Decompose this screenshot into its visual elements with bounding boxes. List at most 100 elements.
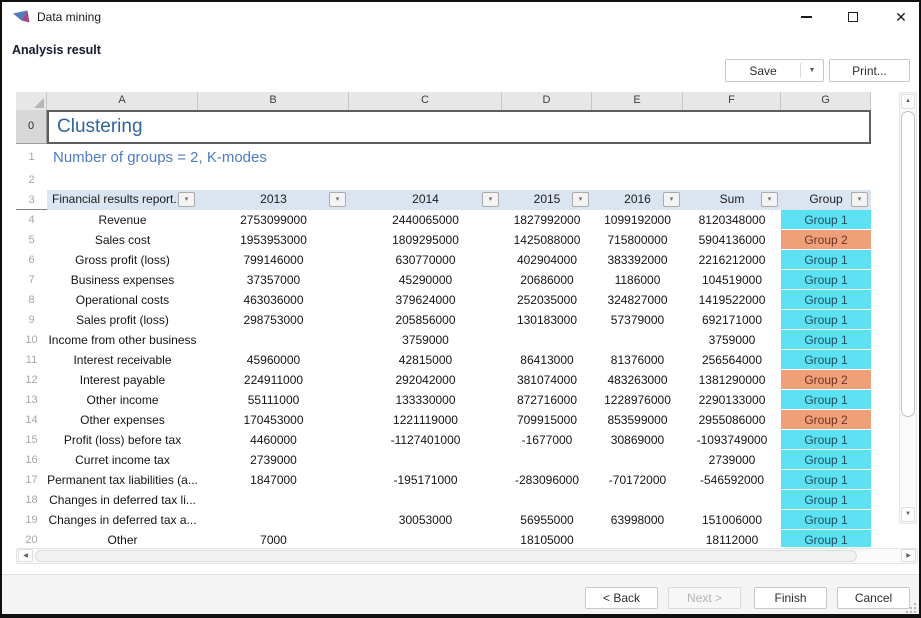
value-cell[interactable]: -1127401000 <box>349 430 502 450</box>
filter-dropdown-icon[interactable]: ▾ <box>329 192 346 207</box>
row-number[interactable]: 3 <box>16 190 47 209</box>
group-cell[interactable]: Group 1 <box>781 270 871 290</box>
row-label-cell[interactable]: Interest receivable <box>47 350 198 370</box>
value-cell[interactable]: 1099192000 <box>592 210 683 230</box>
group-cell[interactable]: Group 1 <box>781 530 871 547</box>
select-all-corner[interactable] <box>16 92 47 110</box>
value-cell[interactable]: 30053000 <box>349 510 502 530</box>
filter-dropdown-icon[interactable]: ▾ <box>663 192 680 207</box>
value-cell[interactable]: 2216212000 <box>683 250 781 270</box>
value-cell[interactable]: -1093749000 <box>683 430 781 450</box>
group-cell[interactable]: Group 1 <box>781 350 871 370</box>
value-cell[interactable]: 8120348000 <box>683 210 781 230</box>
row-label-cell[interactable]: Interest payable <box>47 370 198 390</box>
value-cell[interactable] <box>198 330 349 350</box>
value-cell[interactable]: 37357000 <box>198 270 349 290</box>
value-cell[interactable]: 463036000 <box>198 290 349 310</box>
value-cell[interactable]: 2440065000 <box>349 210 502 230</box>
value-cell[interactable]: 324827000 <box>592 290 683 310</box>
minimize-button[interactable] <box>791 3 821 31</box>
value-cell[interactable]: -1677000 <box>502 430 592 450</box>
value-cell[interactable]: 2739000 <box>198 450 349 470</box>
value-cell[interactable] <box>592 490 683 510</box>
horizontal-scrollbar-thumb[interactable] <box>35 550 857 562</box>
row-number[interactable]: 4 <box>16 210 47 230</box>
value-cell[interactable]: 715800000 <box>592 230 683 250</box>
subtitle-cell[interactable]: Number of groups = 2, K-modes <box>47 149 267 166</box>
value-cell[interactable] <box>592 530 683 547</box>
row-number[interactable]: 12 <box>16 370 47 390</box>
value-cell[interactable]: 1381290000 <box>683 370 781 390</box>
row-label-cell[interactable]: Gross profit (loss) <box>47 250 198 270</box>
value-cell[interactable] <box>502 330 592 350</box>
vertical-scrollbar-thumb[interactable] <box>901 111 915 417</box>
group-cell[interactable]: Group 1 <box>781 490 871 510</box>
row-number[interactable]: 17 <box>16 470 47 490</box>
value-cell[interactable]: 42815000 <box>349 350 502 370</box>
value-cell[interactable]: 55111000 <box>198 390 349 410</box>
row-label-cell[interactable]: Changes in deferred tax li... <box>47 490 198 510</box>
group-cell[interactable]: Group 1 <box>781 290 871 310</box>
group-cell[interactable]: Group 1 <box>781 430 871 450</box>
value-cell[interactable]: 2739000 <box>683 450 781 470</box>
filter-header-cell[interactable]: 2013▾ <box>198 190 349 210</box>
value-cell[interactable]: 709915000 <box>502 410 592 430</box>
value-cell[interactable]: 81376000 <box>592 350 683 370</box>
value-cell[interactable] <box>349 530 502 547</box>
value-cell[interactable]: 1221119000 <box>349 410 502 430</box>
value-cell[interactable] <box>349 490 502 510</box>
row-number[interactable]: 14 <box>16 410 47 430</box>
value-cell[interactable] <box>592 450 683 470</box>
group-cell[interactable]: Group 2 <box>781 410 871 430</box>
value-cell[interactable]: 56955000 <box>502 510 592 530</box>
value-cell[interactable]: 1953953000 <box>198 230 349 250</box>
column-letter-e[interactable]: E <box>592 92 683 110</box>
value-cell[interactable] <box>198 510 349 530</box>
row-number[interactable]: 13 <box>16 390 47 410</box>
value-cell[interactable] <box>502 450 592 470</box>
value-cell[interactable]: 133330000 <box>349 390 502 410</box>
row-label-cell[interactable]: Permanent tax liabilities (a... <box>47 470 198 490</box>
value-cell[interactable]: 86413000 <box>502 350 592 370</box>
maximize-button[interactable] <box>838 3 868 31</box>
value-cell[interactable]: 2955086000 <box>683 410 781 430</box>
row-label-cell[interactable]: Profit (loss) before tax <box>47 430 198 450</box>
value-cell[interactable]: 1419522000 <box>683 290 781 310</box>
filter-header-cell[interactable]: Financial results report...▾ <box>47 190 198 210</box>
value-cell[interactable]: 104519000 <box>683 270 781 290</box>
group-cell[interactable]: Group 1 <box>781 310 871 330</box>
value-cell[interactable]: 256564000 <box>683 350 781 370</box>
group-cell[interactable]: Group 2 <box>781 370 871 390</box>
filter-dropdown-icon[interactable]: ▾ <box>572 192 589 207</box>
filter-dropdown-icon[interactable]: ▾ <box>482 192 499 207</box>
row-label-cell[interactable]: Operational costs <box>47 290 198 310</box>
filter-dropdown-icon[interactable]: ▾ <box>178 192 195 207</box>
value-cell[interactable]: 483263000 <box>592 370 683 390</box>
value-cell[interactable]: 379624000 <box>349 290 502 310</box>
filter-header-cell[interactable]: 2016▾ <box>592 190 683 210</box>
row-number[interactable]: 0 <box>16 110 47 144</box>
value-cell[interactable] <box>592 330 683 350</box>
cancel-button[interactable]: Cancel <box>837 587 910 609</box>
group-cell[interactable]: Group 1 <box>781 510 871 530</box>
group-cell[interactable]: Group 1 <box>781 330 871 350</box>
column-letter-g[interactable]: G <box>781 92 871 110</box>
row-number[interactable]: 6 <box>16 250 47 270</box>
value-cell[interactable]: 151006000 <box>683 510 781 530</box>
row-number[interactable]: 11 <box>16 350 47 370</box>
row-label-cell[interactable]: Sales profit (loss) <box>47 310 198 330</box>
value-cell[interactable]: 1827992000 <box>502 210 592 230</box>
value-cell[interactable]: 45290000 <box>349 270 502 290</box>
vertical-scrollbar[interactable]: ▲ ▼ <box>899 92 917 524</box>
value-cell[interactable]: 224911000 <box>198 370 349 390</box>
value-cell[interactable]: 4460000 <box>198 430 349 450</box>
value-cell[interactable] <box>502 490 592 510</box>
value-cell[interactable]: 3759000 <box>683 330 781 350</box>
value-cell[interactable]: 130183000 <box>502 310 592 330</box>
value-cell[interactable]: 57379000 <box>592 310 683 330</box>
value-cell[interactable] <box>198 490 349 510</box>
value-cell[interactable] <box>683 490 781 510</box>
value-cell[interactable]: 7000 <box>198 530 349 547</box>
value-cell[interactable]: -283096000 <box>502 470 592 490</box>
filter-header-cell[interactable]: 2014▾ <box>349 190 502 210</box>
